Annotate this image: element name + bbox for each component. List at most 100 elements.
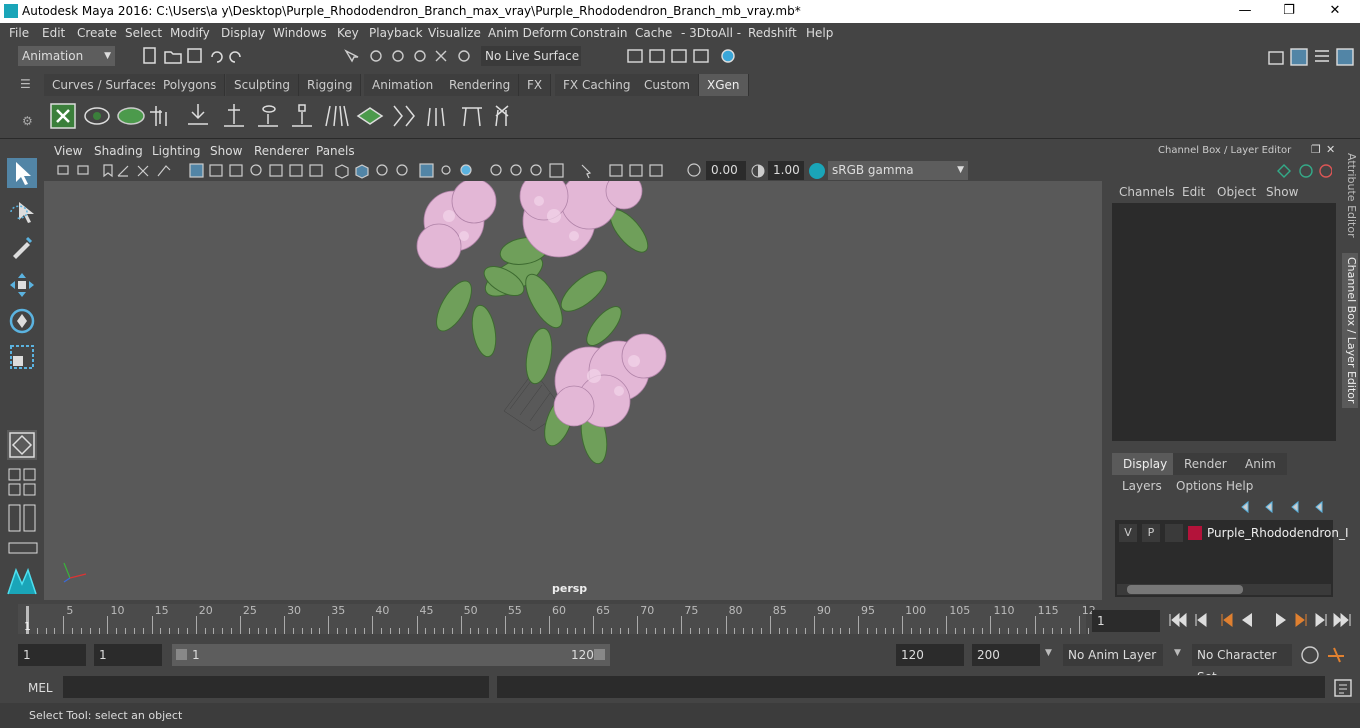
- menu-3dtoall[interactable]: - 3DtoAll -: [681, 26, 741, 40]
- layer-options-menu[interactable]: Options: [1176, 479, 1222, 493]
- chevron-down-icon[interactable]: ▼: [1174, 648, 1181, 658]
- menu-cache[interactable]: Cache: [635, 26, 672, 40]
- scene-start-field[interactable]: 1: [18, 644, 86, 666]
- character-set-selector[interactable]: No Character Set: [1192, 644, 1292, 684]
- layer-action-icons[interactable]: [1238, 499, 1334, 515]
- tab-fx[interactable]: FX: [519, 74, 552, 96]
- color-management-toggle-icon[interactable]: [808, 162, 826, 180]
- menu-windows[interactable]: Windows: [273, 26, 327, 40]
- tab-sculpting[interactable]: Sculpting: [226, 74, 300, 96]
- maximize-button[interactable]: ❐: [1266, 2, 1312, 20]
- layer-name[interactable]: Purple_Rhododendron_I: [1207, 526, 1349, 540]
- rhododendron-branch-model[interactable]: [44, 181, 1102, 600]
- tab-attribute-editor[interactable]: Attribute Editor: [1342, 153, 1358, 238]
- view-transform-selector[interactable]: sRGB gamma ▼: [828, 161, 968, 180]
- layer-color-swatch[interactable]: [1188, 526, 1202, 540]
- outliner-layout-icon[interactable]: [8, 504, 38, 534]
- menu-create[interactable]: Create: [77, 26, 117, 40]
- lasso-tool-icon[interactable]: [7, 196, 37, 226]
- viewport-menu-renderer[interactable]: Renderer: [254, 144, 309, 158]
- menu-visualize[interactable]: Visualize: [428, 26, 481, 40]
- menu-anim-deform[interactable]: Anim Deform: [488, 26, 567, 40]
- layout-toggle-icon[interactable]: [8, 542, 38, 554]
- tab-rendering[interactable]: Rendering: [441, 74, 520, 96]
- close-button[interactable]: ✕: [1312, 2, 1358, 20]
- viewport-menu-lighting[interactable]: Lighting: [152, 144, 201, 158]
- four-view-layout-icon[interactable]: [8, 468, 38, 498]
- range-slider-end-handle[interactable]: [594, 649, 605, 660]
- range-slider-start-handle[interactable]: [176, 649, 187, 660]
- exposure-field[interactable]: 0.00: [706, 161, 746, 180]
- scene-end-field[interactable]: 200: [972, 644, 1040, 666]
- layer-horizontal-scrollbar[interactable]: [1117, 584, 1331, 595]
- rotate-tool-icon[interactable]: [7, 306, 37, 336]
- tab-xgen[interactable]: XGen: [699, 74, 749, 96]
- xgen-shelf-icons[interactable]: [48, 100, 528, 134]
- menu-constrain[interactable]: Constrain: [570, 26, 628, 40]
- shelf-menu-icon[interactable]: ☰: [20, 77, 34, 91]
- playback-start-field[interactable]: 1: [94, 644, 162, 666]
- render-tools[interactable]: [625, 47, 745, 65]
- selection-mask-tools[interactable]: [340, 47, 480, 65]
- layer-help-menu[interactable]: Help: [1226, 479, 1253, 493]
- gamma-icon[interactable]: [750, 163, 766, 179]
- tab-polygons[interactable]: Polygons: [155, 74, 226, 96]
- viewport-perspective[interactable]: [44, 181, 1102, 600]
- viewport-menu-shading[interactable]: Shading: [94, 144, 143, 158]
- range-right-icons[interactable]: [1300, 644, 1356, 666]
- layer-tab-anim[interactable]: Anim: [1234, 453, 1287, 475]
- live-surface-field[interactable]: No Live Surface: [481, 46, 581, 66]
- layer-playback-toggle[interactable]: P: [1142, 524, 1160, 542]
- close-panel-icon[interactable]: ✕: [1326, 143, 1335, 156]
- range-slider[interactable]: 1 120: [172, 644, 610, 666]
- tab-animation[interactable]: Animation: [364, 74, 443, 96]
- minimize-button[interactable]: —: [1222, 2, 1268, 20]
- command-input[interactable]: [63, 676, 489, 698]
- menu-redshift[interactable]: Redshift: [748, 26, 797, 40]
- mode-selector[interactable]: Animation ▼: [18, 46, 115, 66]
- layers-menu[interactable]: Layers: [1122, 479, 1162, 493]
- channels-menu[interactable]: Channels: [1119, 185, 1175, 199]
- layer-tab-display[interactable]: Display: [1112, 453, 1179, 475]
- gamma-field[interactable]: 1.00: [768, 161, 804, 180]
- menu-file[interactable]: File: [9, 26, 29, 40]
- anim-layer-selector[interactable]: No Anim Layer: [1063, 644, 1163, 666]
- menu-help[interactable]: Help: [806, 26, 833, 40]
- tab-fx-caching[interactable]: FX Caching: [555, 74, 640, 96]
- tab-custom[interactable]: Custom: [636, 74, 699, 96]
- scale-tool-icon[interactable]: [7, 342, 37, 372]
- menu-key[interactable]: Key: [337, 26, 359, 40]
- layer-tab-render[interactable]: Render: [1173, 453, 1238, 475]
- tab-curves-surfaces[interactable]: Curves / Surfaces: [44, 74, 167, 96]
- viewport-toolbar-icons[interactable]: [56, 162, 702, 179]
- menu-playback[interactable]: Playback: [369, 26, 423, 40]
- tab-channel-box-layer-editor[interactable]: Channel Box / Layer Editor: [1342, 253, 1358, 408]
- scrollbar-thumb[interactable]: [1127, 585, 1243, 594]
- channel-object-menu[interactable]: Object: [1217, 185, 1256, 199]
- layer-row[interactable]: V P Purple_Rhododendron_I: [1115, 523, 1349, 543]
- select-tool-icon[interactable]: [7, 158, 37, 188]
- move-tool-icon[interactable]: [7, 270, 37, 300]
- menu-select[interactable]: Select: [125, 26, 162, 40]
- viewport-menu-show[interactable]: Show: [210, 144, 242, 158]
- layer-visibility-toggle[interactable]: V: [1119, 524, 1137, 542]
- command-language-label[interactable]: MEL: [28, 681, 53, 695]
- menu-edit[interactable]: Edit: [42, 26, 65, 40]
- playback-end-field[interactable]: 120: [896, 644, 964, 666]
- float-panel-icon[interactable]: ❐: [1311, 143, 1321, 156]
- script-editor-icon[interactable]: [1333, 678, 1353, 698]
- channel-edit-menu[interactable]: Edit: [1182, 185, 1205, 199]
- tab-rigging[interactable]: Rigging: [299, 74, 362, 96]
- current-frame-field[interactable]: 1: [1092, 610, 1160, 632]
- time-slider[interactable]: 5 10 15 20 25 30 35 40 45 50 55 60 65 70 75 80 85 90 95 100…: [18, 604, 1096, 634]
- playback-controls[interactable]: [1166, 610, 1358, 630]
- channel-box-list[interactable]: [1112, 203, 1336, 441]
- menu-display[interactable]: Display: [221, 26, 265, 40]
- channel-show-menu[interactable]: Show: [1266, 185, 1298, 199]
- viewport-menu-panels[interactable]: Panels: [316, 144, 355, 158]
- shelf-settings-gear-icon[interactable]: ⚙: [22, 114, 33, 128]
- workspace-tools[interactable]: [1265, 46, 1357, 68]
- layer-display-type-toggle[interactable]: [1165, 524, 1183, 542]
- menu-modify[interactable]: Modify: [170, 26, 210, 40]
- single-perspective-view-icon[interactable]: [7, 430, 37, 460]
